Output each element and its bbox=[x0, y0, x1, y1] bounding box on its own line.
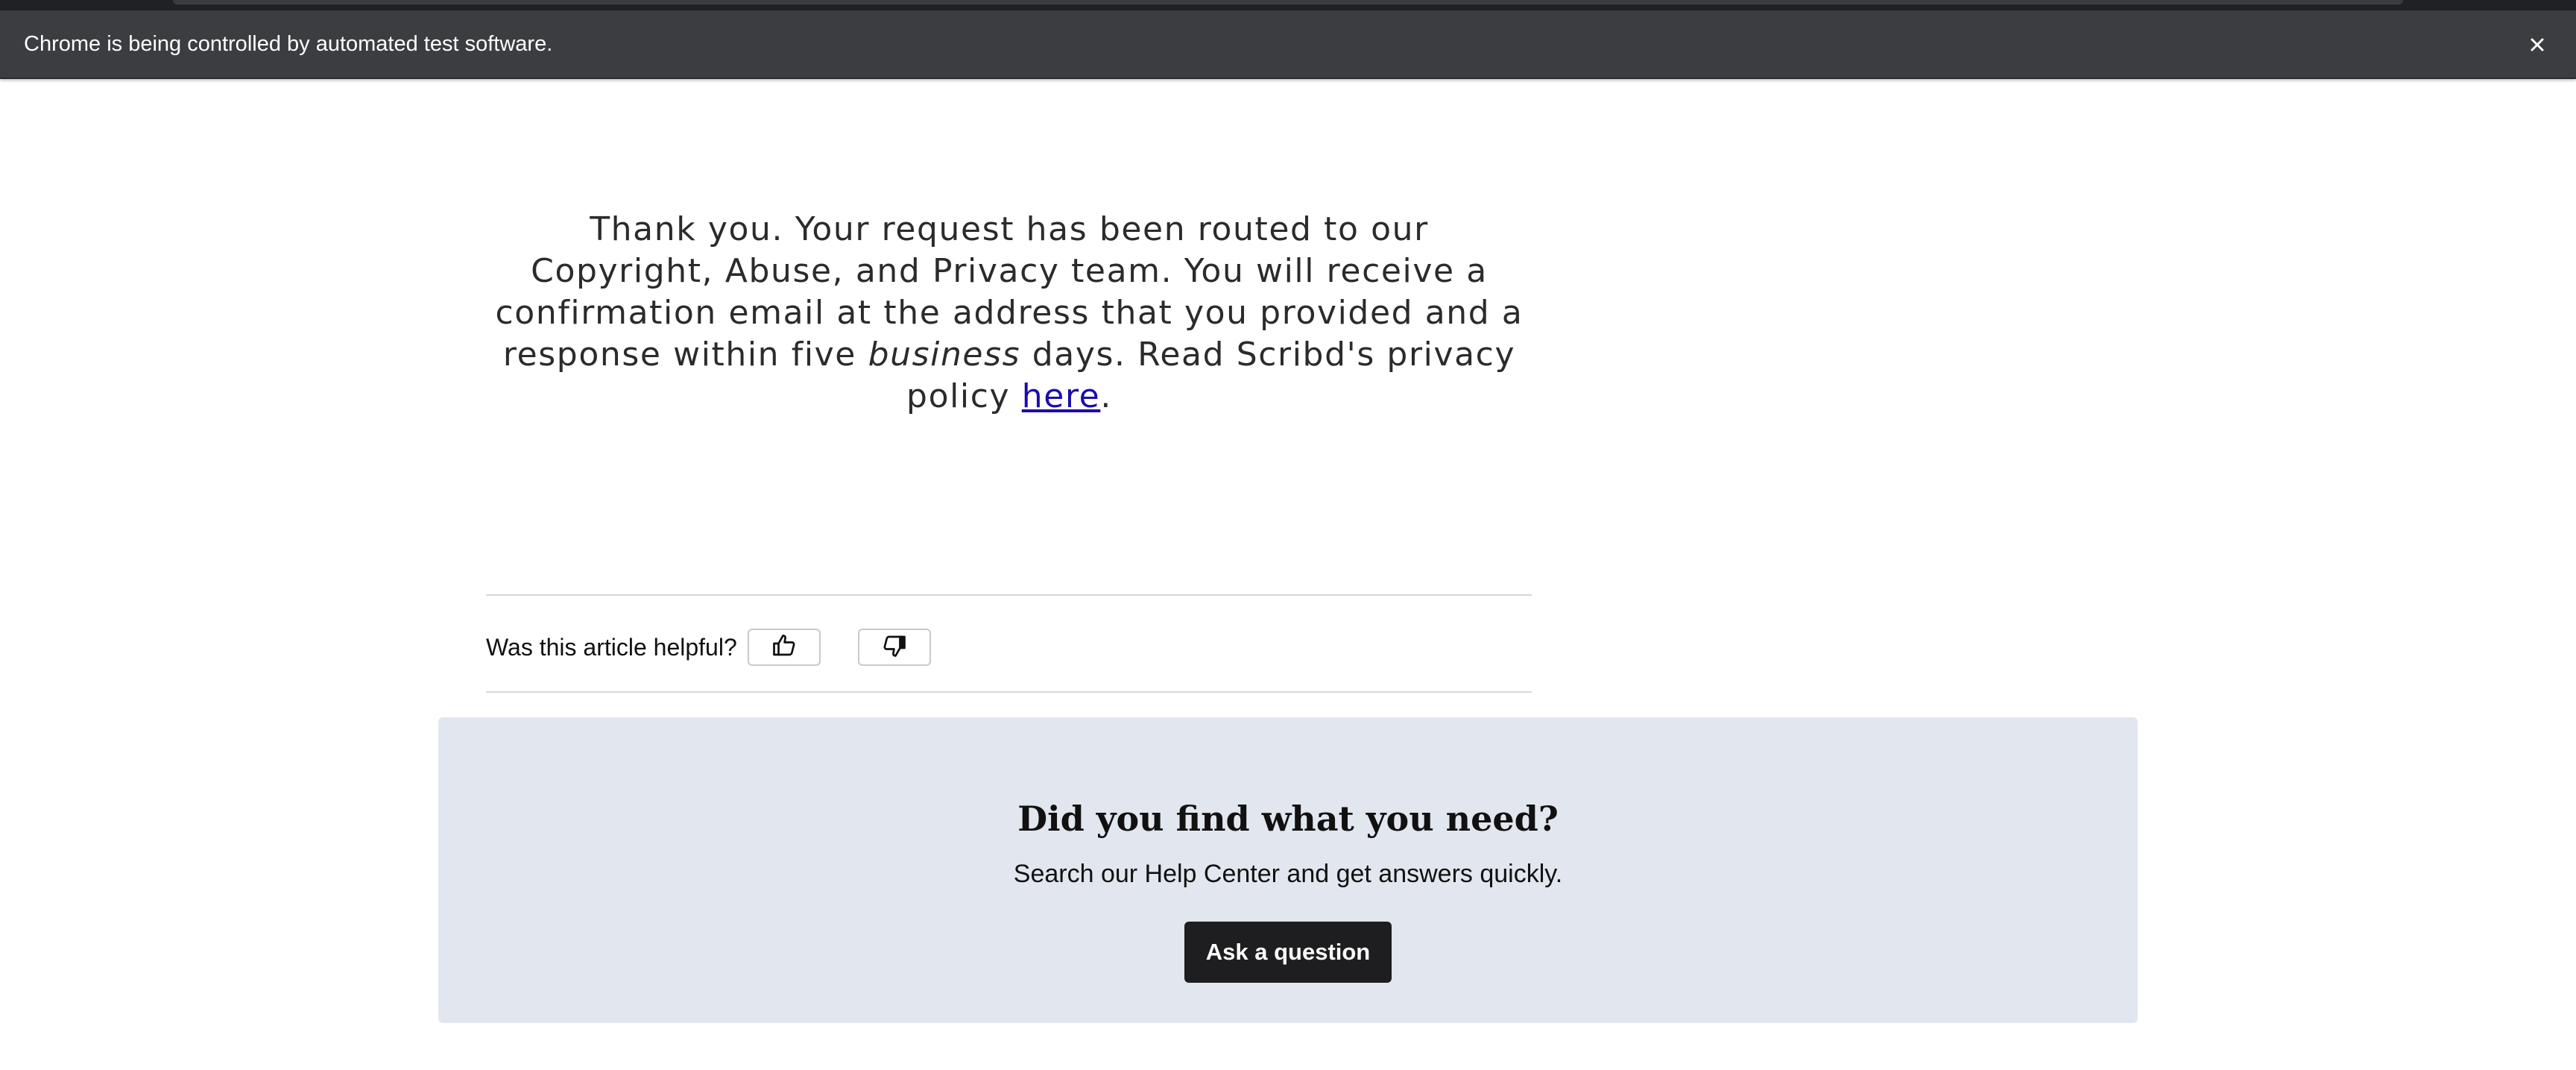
help-center-panel: Did you find what you need? Search our H… bbox=[438, 717, 2138, 1023]
privacy-policy-link[interactable]: here bbox=[1022, 377, 1101, 415]
close-icon[interactable] bbox=[2522, 30, 2552, 60]
confirmation-message: Thank you. Your request has been routed … bbox=[495, 209, 1524, 418]
panel-title: Did you find what you need? bbox=[1017, 799, 1559, 839]
divider-bottom bbox=[486, 691, 1532, 693]
address-bar-edge bbox=[173, 0, 2403, 4]
message-emphasis: business bbox=[868, 336, 1021, 374]
infobar-message: Chrome is being controlled by automated … bbox=[24, 32, 553, 56]
message-end: . bbox=[1100, 377, 1112, 415]
panel-subtitle: Search our Help Center and get answers q… bbox=[1013, 860, 1563, 888]
thumbs-down-button[interactable] bbox=[858, 629, 931, 666]
browser-top-frame bbox=[0, 0, 2576, 10]
thumbs-up-button[interactable] bbox=[748, 629, 821, 666]
automation-infobar: Chrome is being controlled by automated … bbox=[0, 10, 2576, 79]
thumbs-down-icon bbox=[881, 632, 908, 662]
helpful-question: Was this article helpful? bbox=[486, 634, 737, 661]
ask-question-button[interactable]: Ask a question bbox=[1184, 922, 1392, 983]
thumbs-up-icon bbox=[771, 632, 798, 662]
divider-top bbox=[486, 594, 1532, 596]
